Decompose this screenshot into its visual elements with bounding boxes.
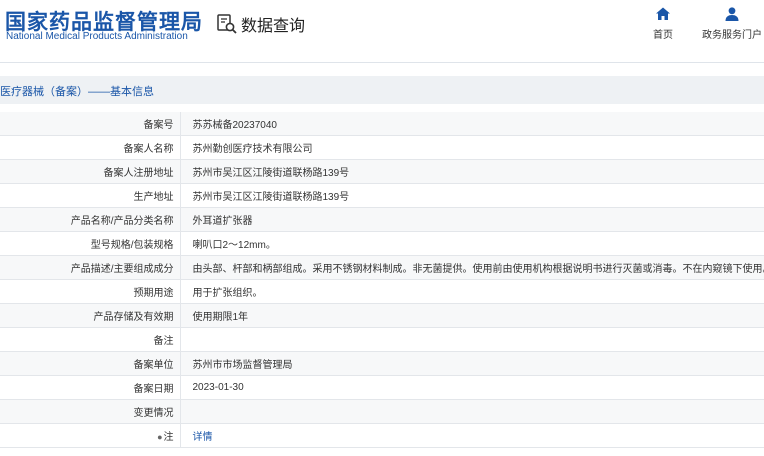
field-value: 苏州市吴江区江陵街道联杨路139号	[180, 159, 764, 184]
table-row: 备案单位 苏州市市场监督管理局	[0, 351, 764, 376]
field-label: 备案号	[0, 112, 181, 136]
field-value	[180, 399, 764, 424]
data-query-label: 数据查询	[241, 16, 306, 35]
logo-subtitle: National Medical Products Administration	[6, 31, 188, 42]
table-row: 产品存储及有效期 使用期限1年	[0, 303, 764, 328]
note-label-text: 注	[163, 432, 174, 443]
table-row: 备案人名称 苏州勤创医疗技术有限公司	[0, 135, 764, 160]
field-value: 喇叭口2～12mm。	[180, 231, 764, 256]
field-label: 备案日期	[0, 375, 181, 400]
field-label: 生产地址	[0, 183, 181, 208]
table-row: 生产地址 苏州市吴江区江陵街道联杨路139号	[0, 183, 764, 208]
note-row: ●注 详情	[0, 423, 764, 448]
home-icon	[655, 6, 671, 22]
table-row: 备注	[0, 327, 764, 352]
nav-home-label: 首页	[653, 30, 673, 41]
document-search-icon	[216, 13, 238, 35]
field-label: 备案人注册地址	[0, 159, 181, 184]
field-label: 备注	[0, 327, 181, 352]
table-row: 变更情况	[0, 399, 764, 424]
table-row: 备案日期 2023-01-30	[0, 375, 764, 400]
nav-home[interactable]: 首页	[648, 6, 678, 41]
user-icon	[724, 6, 740, 22]
table-row: 产品描述/主要组成成分 由头部、杆部和柄部组成。采用不锈钢材料制成。非无菌提供。使…	[0, 255, 764, 280]
field-label: 产品名称/产品分类名称	[0, 207, 181, 232]
table-row: 预期用途 用于扩张组织。	[0, 279, 764, 304]
field-label: 型号规格/包装规格	[0, 231, 181, 256]
site-header: 国家药品监督管理局 National Medical Products Admi…	[0, 0, 764, 62]
field-label: 备案人名称	[0, 135, 181, 160]
nav-gov-label: 政务服务门户	[702, 30, 762, 41]
data-query-title: 数据查询	[216, 12, 305, 36]
field-value: 用于扩张组织。	[180, 279, 764, 304]
table-row: 备案号 苏苏械备20237040	[0, 112, 764, 136]
table-row: 产品名称/产品分类名称 外耳道扩张器	[0, 207, 764, 232]
field-label: 备案单位	[0, 351, 181, 376]
field-label: 产品描述/主要组成成分	[0, 255, 181, 280]
field-value: 由头部、杆部和柄部组成。采用不锈钢材料制成。非无菌提供。使用前由使用机构根据说明…	[180, 255, 764, 280]
note-label: ●注	[0, 423, 181, 448]
breadcrumb: 医疗器械（备案）——基本信息	[0, 86, 154, 98]
table-row: 备案人注册地址 苏州市吴江区江陵街道联杨路139号	[0, 159, 764, 184]
field-value	[180, 327, 764, 352]
table-row: 型号规格/包装规格 喇叭口2～12mm。	[0, 231, 764, 256]
field-label: 预期用途	[0, 279, 181, 304]
field-label: 产品存储及有效期	[0, 303, 181, 328]
field-value: 苏州市吴江区江陵街道联杨路139号	[180, 183, 764, 208]
field-value: 使用期限1年	[180, 303, 764, 328]
field-value: 苏州勤创医疗技术有限公司	[180, 135, 764, 160]
field-value: 苏州市市场监督管理局	[180, 351, 764, 376]
pin-icon: ●	[157, 432, 163, 442]
field-label: 变更情况	[0, 399, 181, 424]
nav-gov-portal[interactable]: 政务服务门户	[700, 6, 764, 41]
field-value: 2023-01-30	[180, 375, 764, 400]
details-link[interactable]: 详情	[193, 432, 213, 443]
field-value: 外耳道扩张器	[180, 207, 764, 232]
detail-table: 备案号 苏苏械备20237040 备案人名称 苏州勤创医疗技术有限公司 备案人注册地址苏…	[0, 112, 764, 448]
note-value: 详情	[180, 423, 764, 448]
field-value: 苏苏械备20237040	[180, 112, 764, 136]
header-divider	[0, 62, 764, 63]
